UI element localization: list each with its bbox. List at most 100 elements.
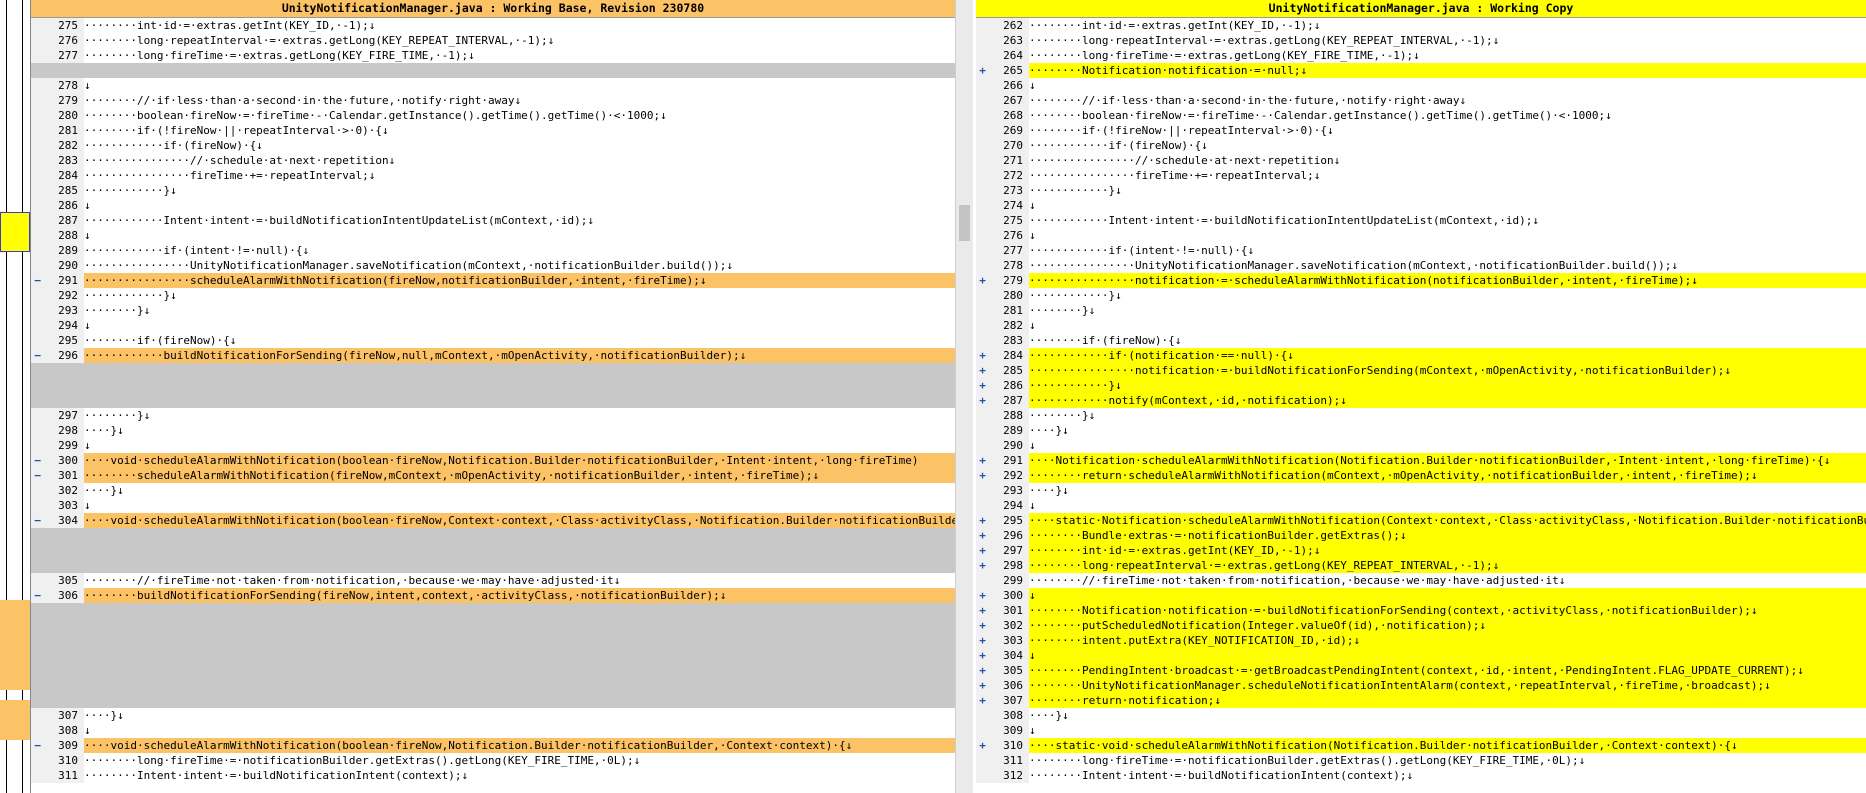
- code-line[interactable]: 312 ········Intent·intent·=·buildNotifica…: [976, 768, 1866, 783]
- code-line[interactable]: 275 ············Intent·intent·=·buildNoti…: [976, 213, 1866, 228]
- left-code-lines[interactable]: 275 ········int·id·=·extras.getInt(KEY_ID…: [31, 18, 955, 783]
- right-diff-pane[interactable]: UnityNotificationManager.java : Working …: [976, 0, 1866, 793]
- filler-row[interactable]: [31, 633, 955, 648]
- code-line[interactable]: 283 ········if·(fireNow)·{↓: [976, 333, 1866, 348]
- code-line[interactable]: −301 ········scheduleAlarmWithNotificatio…: [31, 468, 955, 483]
- code-line[interactable]: 276 ········long·repeatInterval·=·extras.…: [31, 33, 955, 48]
- code-line[interactable]: +284 ············if·(notification·==·null…: [976, 348, 1866, 363]
- right-code-lines[interactable]: 262 ········int·id·=·extras.getInt(KEY_ID…: [976, 18, 1866, 783]
- filler-row[interactable]: [31, 378, 955, 393]
- left-vertical-scrollbar[interactable]: [955, 0, 973, 793]
- filler-row[interactable]: [31, 543, 955, 558]
- code-line[interactable]: 305 ········//·fireTime·not·taken·from·no…: [31, 573, 955, 588]
- code-line[interactable]: +310 ····static·void·scheduleAlarmWithNot…: [976, 738, 1866, 753]
- code-line[interactable]: +285 ················notification·=·build…: [976, 363, 1866, 378]
- code-line[interactable]: 262 ········int·id·=·extras.getInt(KEY_ID…: [976, 18, 1866, 33]
- code-line[interactable]: 299 ········//·fireTime·not·taken·from·no…: [976, 573, 1866, 588]
- code-line[interactable]: 267 ········//·if·less·than·a·second·in·t…: [976, 93, 1866, 108]
- code-line[interactable]: 279 ········//·if·less·than·a·second·in·t…: [31, 93, 955, 108]
- filler-row[interactable]: [31, 693, 955, 708]
- code-line[interactable]: 268 ········boolean·fireNow·=·fireTime·-·…: [976, 108, 1866, 123]
- filler-row[interactable]: [31, 618, 955, 633]
- code-line[interactable]: 266 ↓: [976, 78, 1866, 93]
- code-line[interactable]: 311 ········long·fireTime·=·notificationB…: [976, 753, 1866, 768]
- filler-row[interactable]: [31, 558, 955, 573]
- code-line[interactable]: −300 ····void·scheduleAlarmWithNotificati…: [31, 453, 955, 468]
- code-line[interactable]: 273 ············}↓: [976, 183, 1866, 198]
- code-line[interactable]: 289 ····}↓: [976, 423, 1866, 438]
- code-line[interactable]: 292 ············}↓: [31, 288, 955, 303]
- code-line[interactable]: +297 ········int·id·=·extras.getInt(KEY_I…: [976, 543, 1866, 558]
- code-line[interactable]: +301 ········Notification·notification·=·…: [976, 603, 1866, 618]
- code-line[interactable]: 284 ················fireTime·+=·repeatInt…: [31, 168, 955, 183]
- code-line[interactable]: 277 ············if·(intent·!=·null)·{↓: [976, 243, 1866, 258]
- code-line[interactable]: 307 ····}↓: [31, 708, 955, 723]
- code-line[interactable]: −304 ····void·scheduleAlarmWithNotificati…: [31, 513, 955, 528]
- code-line[interactable]: 294 ↓: [976, 498, 1866, 513]
- code-line[interactable]: −306 ········buildNotificationForSending(…: [31, 588, 955, 603]
- filler-row[interactable]: [31, 393, 955, 408]
- code-line[interactable]: 289 ············if·(intent·!=·null)·{↓: [31, 243, 955, 258]
- code-line[interactable]: 263 ········long·repeatInterval·=·extras.…: [976, 33, 1866, 48]
- code-line[interactable]: 275 ········int·id·=·extras.getInt(KEY_ID…: [31, 18, 955, 33]
- code-line[interactable]: 290 ················UnityNotificationMana…: [31, 258, 955, 273]
- filler-row[interactable]: [31, 603, 955, 618]
- code-line[interactable]: 274 ↓: [976, 198, 1866, 213]
- filler-row[interactable]: [31, 648, 955, 663]
- code-line[interactable]: 282 ↓: [976, 318, 1866, 333]
- code-line[interactable]: 298 ····}↓: [31, 423, 955, 438]
- code-line[interactable]: 293 ····}↓: [976, 483, 1866, 498]
- code-line[interactable]: 278 ↓: [31, 78, 955, 93]
- code-line[interactable]: 278 ················UnityNotificationMana…: [976, 258, 1866, 273]
- code-line[interactable]: −309 ····void·scheduleAlarmWithNotificati…: [31, 738, 955, 753]
- code-line[interactable]: 310 ········long·fireTime·=·notificationB…: [31, 753, 955, 768]
- diff-overview-bar[interactable]: [0, 0, 31, 793]
- code-line[interactable]: 283 ················//·schedule·at·next·r…: [31, 153, 955, 168]
- code-line[interactable]: +306 ········UnityNotificationManager.sch…: [976, 678, 1866, 693]
- code-line[interactable]: +298 ········long·repeatInterval·=·extras…: [976, 558, 1866, 573]
- code-line[interactable]: 297 ········}↓: [31, 408, 955, 423]
- code-line[interactable]: 287 ············Intent·intent·=·buildNoti…: [31, 213, 955, 228]
- code-line[interactable]: 294 ↓: [31, 318, 955, 333]
- code-line[interactable]: 295 ········if·(fireNow)·{↓: [31, 333, 955, 348]
- code-line[interactable]: +300 ↓: [976, 588, 1866, 603]
- scrollbar-thumb[interactable]: [959, 205, 970, 241]
- code-line[interactable]: 293 ········}↓: [31, 303, 955, 318]
- code-line[interactable]: 280 ············}↓: [976, 288, 1866, 303]
- code-line[interactable]: 290 ↓: [976, 438, 1866, 453]
- code-line[interactable]: 272 ················fireTime·+=·repeatInt…: [976, 168, 1866, 183]
- code-line[interactable]: +296 ········Bundle·extras·=·notification…: [976, 528, 1866, 543]
- code-line[interactable]: 280 ········boolean·fireNow·=·fireTime·-·…: [31, 108, 955, 123]
- code-line[interactable]: +307 ········return·notification;↓: [976, 693, 1866, 708]
- code-line[interactable]: 299 ↓: [31, 438, 955, 453]
- code-line[interactable]: +304 ↓: [976, 648, 1866, 663]
- code-line[interactable]: 269 ········if·(!fireNow·||·repeatInterva…: [976, 123, 1866, 138]
- code-line[interactable]: 276 ↓: [976, 228, 1866, 243]
- code-line[interactable]: 303 ↓: [31, 498, 955, 513]
- code-line[interactable]: +279 ················notification·=·sched…: [976, 273, 1866, 288]
- code-line[interactable]: +265 ········Notification·notification·=·…: [976, 63, 1866, 78]
- code-line[interactable]: +291 ····Notification·scheduleAlarmWithNo…: [976, 453, 1866, 468]
- filler-row[interactable]: [31, 363, 955, 378]
- code-line[interactable]: +305 ········PendingIntent·broadcast·=·ge…: [976, 663, 1866, 678]
- code-line[interactable]: 271 ················//·schedule·at·next·r…: [976, 153, 1866, 168]
- code-line[interactable]: 286 ↓: [31, 198, 955, 213]
- code-line[interactable]: +287 ············notify(mContext,·id,·not…: [976, 393, 1866, 408]
- code-line[interactable]: −291 ················scheduleAlarmWithNot…: [31, 273, 955, 288]
- code-line[interactable]: +303 ········intent.putExtra(KEY_NOTIFICA…: [976, 633, 1866, 648]
- code-line[interactable]: 270 ············if·(fireNow)·{↓: [976, 138, 1866, 153]
- filler-row[interactable]: [31, 63, 955, 78]
- code-line[interactable]: 285 ············}↓: [31, 183, 955, 198]
- filler-row[interactable]: [31, 678, 955, 693]
- code-line[interactable]: +302 ········putScheduledNotification(Int…: [976, 618, 1866, 633]
- code-line[interactable]: 302 ····}↓: [31, 483, 955, 498]
- code-line[interactable]: 288 ········}↓: [976, 408, 1866, 423]
- code-line[interactable]: 282 ············if·(fireNow)·{↓: [31, 138, 955, 153]
- code-line[interactable]: 277 ········long·fireTime·=·extras.getLon…: [31, 48, 955, 63]
- code-line[interactable]: 264 ········long·fireTime·=·extras.getLon…: [976, 48, 1866, 63]
- code-line[interactable]: +292 ········return·scheduleAlarmWithNoti…: [976, 468, 1866, 483]
- code-line[interactable]: +286 ············}↓: [976, 378, 1866, 393]
- code-line[interactable]: 309 ↓: [976, 723, 1866, 738]
- code-line[interactable]: 281 ········if·(!fireNow·||·repeatInterva…: [31, 123, 955, 138]
- filler-row[interactable]: [31, 528, 955, 543]
